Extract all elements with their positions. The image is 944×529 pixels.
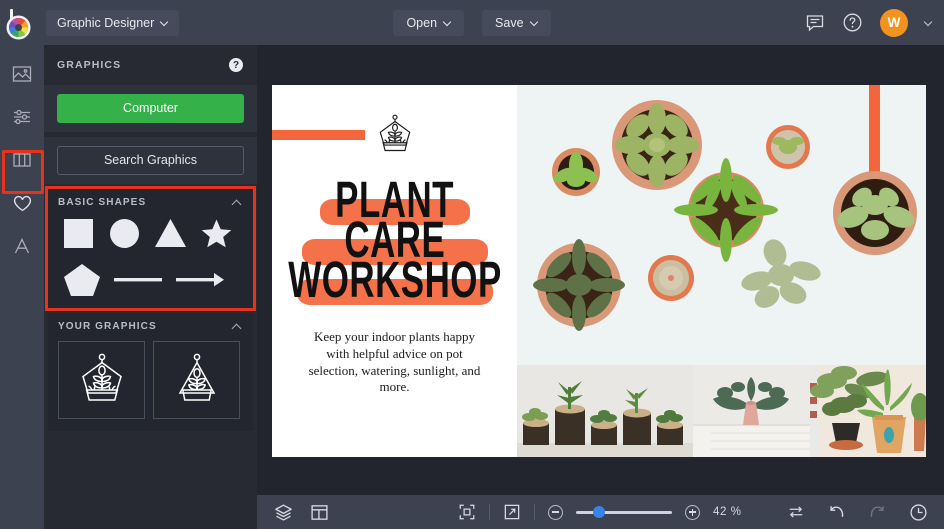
sidebar-item-graphics[interactable] <box>2 183 42 223</box>
basic-shapes-row-2 <box>48 260 253 308</box>
photo-strip <box>517 365 926 457</box>
document-name-label: Graphic Designer <box>57 16 154 30</box>
bethefirst-logo-icon <box>9 9 35 37</box>
square-shape[interactable] <box>62 217 95 250</box>
account-chevron-down-icon[interactable] <box>925 19 932 26</box>
succulents-illustration <box>517 85 926 365</box>
redo-icon[interactable] <box>868 503 887 522</box>
basic-shapes-row-1 <box>48 215 253 260</box>
save-button[interactable]: Save <box>482 10 551 36</box>
headline-line-3: WORKSHOP <box>272 263 517 299</box>
sidebar-item-layout[interactable] <box>2 140 42 180</box>
tool-rail <box>0 45 44 529</box>
chevron-down-icon <box>161 19 168 26</box>
top-bar: Graphic Designer Open Save <box>0 0 944 45</box>
app-logo[interactable] <box>2 9 42 37</box>
panel-header: GRAPHICS ? <box>44 45 257 85</box>
potted-plants-photo[interactable] <box>810 365 926 457</box>
succulents-top-down-photo[interactable] <box>517 85 926 365</box>
sidebar-item-text[interactable] <box>2 226 42 266</box>
swap-replace-icon[interactable] <box>787 503 805 521</box>
zoom-slider-track <box>576 511 672 514</box>
basic-shapes-header[interactable]: BASIC SHAPES <box>48 189 253 215</box>
plant-pentagon-logo-icon <box>71 349 133 411</box>
poster-text-side: PLANT CARE WORKSHOP Keep your indoor pla… <box>272 85 517 457</box>
canvas-area[interactable]: PLANT CARE WORKSHOP Keep your indoor pla… <box>257 45 944 495</box>
poster-headline[interactable]: PLANT CARE WORKSHOP <box>272 183 517 303</box>
bottom-bar-right <box>787 503 928 522</box>
plants-in-jars-photo[interactable] <box>517 365 693 457</box>
avatar-initial: W <box>888 15 901 30</box>
layers-icon[interactable] <box>274 503 293 522</box>
bottom-bar-left <box>257 503 329 522</box>
graphics-panel: GRAPHICS ? Computer Search Graphics BASI… <box>44 45 257 529</box>
headline-line-3-text: WORKSHOP <box>288 257 501 306</box>
panel-title: GRAPHICS <box>57 59 121 71</box>
star-shape[interactable] <box>200 217 233 250</box>
your-graphics-section: YOUR GRAPHICS <box>48 313 253 431</box>
computer-button[interactable]: Computer <box>57 94 244 123</box>
top-bar-right-actions: W <box>805 0 932 45</box>
open-button-label: Open <box>406 16 437 30</box>
line-shape[interactable] <box>112 262 164 298</box>
zoom-slider-knob[interactable] <box>593 506 605 518</box>
open-button[interactable]: Open <box>393 10 464 36</box>
your-graphics-title: YOUR GRAPHICS <box>58 321 157 332</box>
save-button-label: Save <box>495 16 524 30</box>
arrow-shape[interactable] <box>174 262 226 298</box>
search-graphics-block: Search Graphics <box>44 137 257 184</box>
artboard[interactable]: PLANT CARE WORKSHOP Keep your indoor pla… <box>272 85 926 457</box>
basic-shapes-title: BASIC SHAPES <box>58 197 146 208</box>
toolbar-divider <box>489 504 490 520</box>
plant-kite-logo-icon <box>166 349 228 411</box>
plus-icon-v <box>692 509 693 516</box>
poster-subtitle[interactable]: Keep your indoor plants happy with helpf… <box>305 329 485 396</box>
minus-icon <box>552 511 559 512</box>
eucalyptus-vase-photo[interactable] <box>693 365 810 457</box>
eucalyptus-illustration <box>693 365 810 457</box>
zoom-slider[interactable] <box>576 505 672 519</box>
search-graphics-button[interactable]: Search Graphics <box>57 146 244 175</box>
expand-fullscreen-icon[interactable] <box>503 503 521 521</box>
triangle-shape[interactable] <box>154 217 187 250</box>
bottom-bar: 42 % <box>257 495 944 529</box>
zoom-percentage-label: 42 % <box>713 506 743 518</box>
panel-help-icon[interactable]: ? <box>229 58 243 72</box>
accent-bar <box>272 130 365 140</box>
plant-pentagon-logo-icon <box>371 110 419 160</box>
help-circle-icon[interactable] <box>842 12 863 33</box>
your-graphics-header[interactable]: YOUR GRAPHICS <box>48 313 253 339</box>
basic-shapes-section: BASIC SHAPES <box>48 189 253 308</box>
circle-shape[interactable] <box>108 217 141 250</box>
chevron-down-icon <box>531 19 538 26</box>
zoom-out-button[interactable] <box>548 505 563 520</box>
potted-plants-illustration <box>810 365 926 457</box>
image-editor-app: Graphic Designer Open Save <box>0 0 944 529</box>
zoom-in-button[interactable] <box>685 505 700 520</box>
document-name-dropdown[interactable]: Graphic Designer <box>46 10 179 36</box>
chevron-up-icon[interactable] <box>233 198 242 207</box>
graphic-item-plant-pentagon[interactable] <box>58 341 145 419</box>
sidebar-item-adjust[interactable] <box>2 97 42 137</box>
sidebar-item-image[interactable] <box>2 54 42 94</box>
logo-color-wheel <box>9 18 28 37</box>
poster-photo-side <box>517 85 926 457</box>
poster-logo[interactable] <box>371 110 419 165</box>
computer-upload-block: Computer <box>44 85 257 132</box>
your-graphics-grid <box>48 339 253 431</box>
chevron-up-icon[interactable] <box>233 322 242 331</box>
history-clock-icon[interactable] <box>909 503 928 522</box>
graphic-item-plant-kite[interactable] <box>153 341 240 419</box>
pentagon-shape[interactable] <box>62 262 102 298</box>
user-avatar[interactable]: W <box>880 9 908 37</box>
comment-icon[interactable] <box>805 13 825 33</box>
template-layout-icon[interactable] <box>310 503 329 522</box>
chevron-down-icon <box>444 19 451 26</box>
undo-icon[interactable] <box>827 503 846 522</box>
toolbar-divider <box>534 504 535 520</box>
fit-to-screen-icon[interactable] <box>458 503 476 521</box>
jars-illustration <box>517 365 693 457</box>
